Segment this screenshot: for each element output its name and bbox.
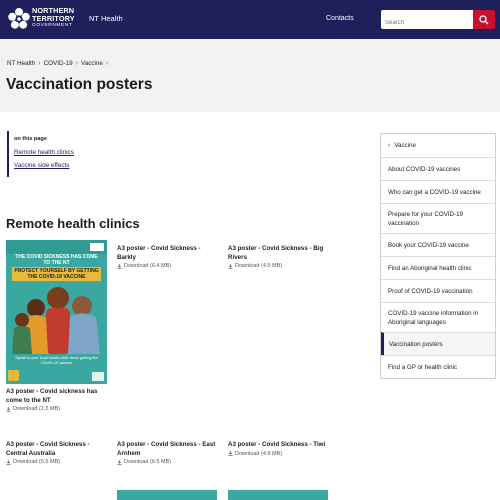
download-icon [228, 451, 233, 456]
download-icon [117, 459, 122, 465]
poster-card: A3 poster - Covid Sickness - Barkly Down… [117, 245, 217, 269]
sidebar-item-prepare[interactable]: Prepare for your COVID-19 vaccination [381, 203, 495, 233]
poster-card: A3 poster - Covid Sickness - Tiwi Downlo… [228, 441, 328, 457]
nt-government-logo[interactable]: NORTHERN TERRITORY GOVERNMENT [7, 6, 77, 32]
poster-title[interactable]: A3 poster - Covid sickness has come to t… [6, 388, 106, 405]
poster-card: A3 poster - Covid Sickness - Big Rivers … [228, 245, 328, 269]
breadcrumb-link[interactable]: COVID-19 [44, 60, 73, 67]
poster-card: A3 poster - Covid sickness has come to t… [6, 388, 106, 412]
section-sidebar-nav: ‹ Vaccine About COVID-19 vaccines Who ca… [380, 133, 496, 379]
poster-thumbnail[interactable]: THE COVID SICKNESS HAS COME TO THE NT PR… [6, 240, 107, 384]
on-this-page-title: on this page [14, 136, 47, 142]
sidebar-back-link[interactable]: ‹ Vaccine [381, 134, 495, 157]
chevron-right-icon: › [75, 60, 78, 67]
sidebar-item-find-gp[interactable]: Find a GP or health clinic [381, 355, 495, 378]
chevron-right-icon: › [38, 60, 41, 67]
download-icon [117, 263, 122, 269]
contacts-link[interactable]: Contacts [326, 15, 354, 22]
on-this-page: on this page Remote health clinics Vacci… [7, 131, 127, 177]
download-link[interactable]: Download (4.5 MB) [228, 263, 328, 269]
people-illustration [12, 287, 100, 354]
logo-wordmark: NORTHERN TERRITORY GOVERNMENT [32, 6, 75, 29]
sidebar-item-book[interactable]: Book your COVID-19 vaccine [381, 233, 495, 256]
poster-title[interactable]: A3 poster - Covid Sickness - East Arnhem [117, 441, 217, 458]
sidebar-item-vaccination-posters[interactable]: Vaccination posters [381, 332, 495, 355]
poster-subheadline: PROTECT YOURSELF BY GETTING THE COVID-19… [14, 268, 99, 280]
sidebar-item-aboriginal-languages[interactable]: COVID-19 vaccine information in Aborigin… [381, 302, 495, 332]
breadcrumb-link[interactable]: Vaccine [81, 60, 103, 67]
chevron-left-icon: ‹ [388, 142, 391, 149]
flower-logo-icon [8, 8, 30, 29]
download-icon [228, 263, 233, 269]
poster-headline: THE COVID SICKNESS HAS COME TO THE NT [15, 254, 98, 266]
download-icon [6, 459, 11, 465]
download-link[interactable]: Download (6.5 MB) [6, 459, 106, 465]
page-hero: NT Health › COVID-19 › Vaccine › Vaccina… [0, 39, 500, 112]
sidebar-item-proof[interactable]: Proof of COVID-19 vaccination [381, 279, 495, 302]
poster-footer-text: Speak to your local health clinic about … [15, 356, 98, 365]
download-link[interactable]: Download (1.2 MB) [6, 406, 106, 412]
download-link[interactable]: Download (6.5 MB) [117, 459, 217, 465]
breadcrumb-link[interactable]: NT Health [7, 60, 35, 67]
search-input[interactable] [381, 10, 473, 29]
site-name-link[interactable]: NT Health [89, 14, 123, 23]
poster-thumbnail[interactable] [228, 490, 328, 500]
poster-thumbnail[interactable] [117, 490, 217, 500]
section-heading: Remote health clinics [6, 216, 140, 231]
download-link[interactable]: Download (4.8 MB) [228, 451, 328, 457]
search-icon [479, 15, 489, 25]
poster-title[interactable]: A3 poster - Covid Sickness - Big Rivers [228, 245, 328, 262]
anchor-link-remote-health-clinics[interactable]: Remote health clinics [14, 149, 127, 156]
download-link[interactable]: Download (6.4 MB) [117, 263, 217, 269]
breadcrumb: NT Health › COVID-19 › Vaccine › [7, 60, 111, 67]
poster-title[interactable]: A3 poster - Covid Sickness - Tiwi [228, 441, 328, 450]
poster-title[interactable]: A3 poster - Covid Sickness - Central Aus… [6, 441, 106, 458]
sidebar-item-aboriginal-clinic[interactable]: Find an Aboriginal health clinic [381, 256, 495, 279]
poster-card: A3 poster - Covid Sickness - Central Aus… [6, 441, 106, 465]
sidebar-item-who-can-get[interactable]: Who can get a COVID-19 vaccine [381, 180, 495, 203]
page-title: Vaccination posters [6, 76, 153, 93]
site-header: NORTHERN TERRITORY GOVERNMENT NT Health … [0, 0, 500, 39]
chevron-right-icon: › [105, 60, 109, 67]
poster-title[interactable]: A3 poster - Covid Sickness - Barkly [117, 245, 217, 262]
sidebar-item-about[interactable]: About COVID-19 vaccines [381, 157, 495, 180]
search-button[interactable] [473, 10, 495, 29]
download-icon [6, 406, 11, 412]
anchor-link-vaccine-side-effects[interactable]: Vaccine side effects [14, 162, 127, 169]
poster-card: A3 poster - Covid Sickness - East Arnhem… [117, 441, 217, 465]
